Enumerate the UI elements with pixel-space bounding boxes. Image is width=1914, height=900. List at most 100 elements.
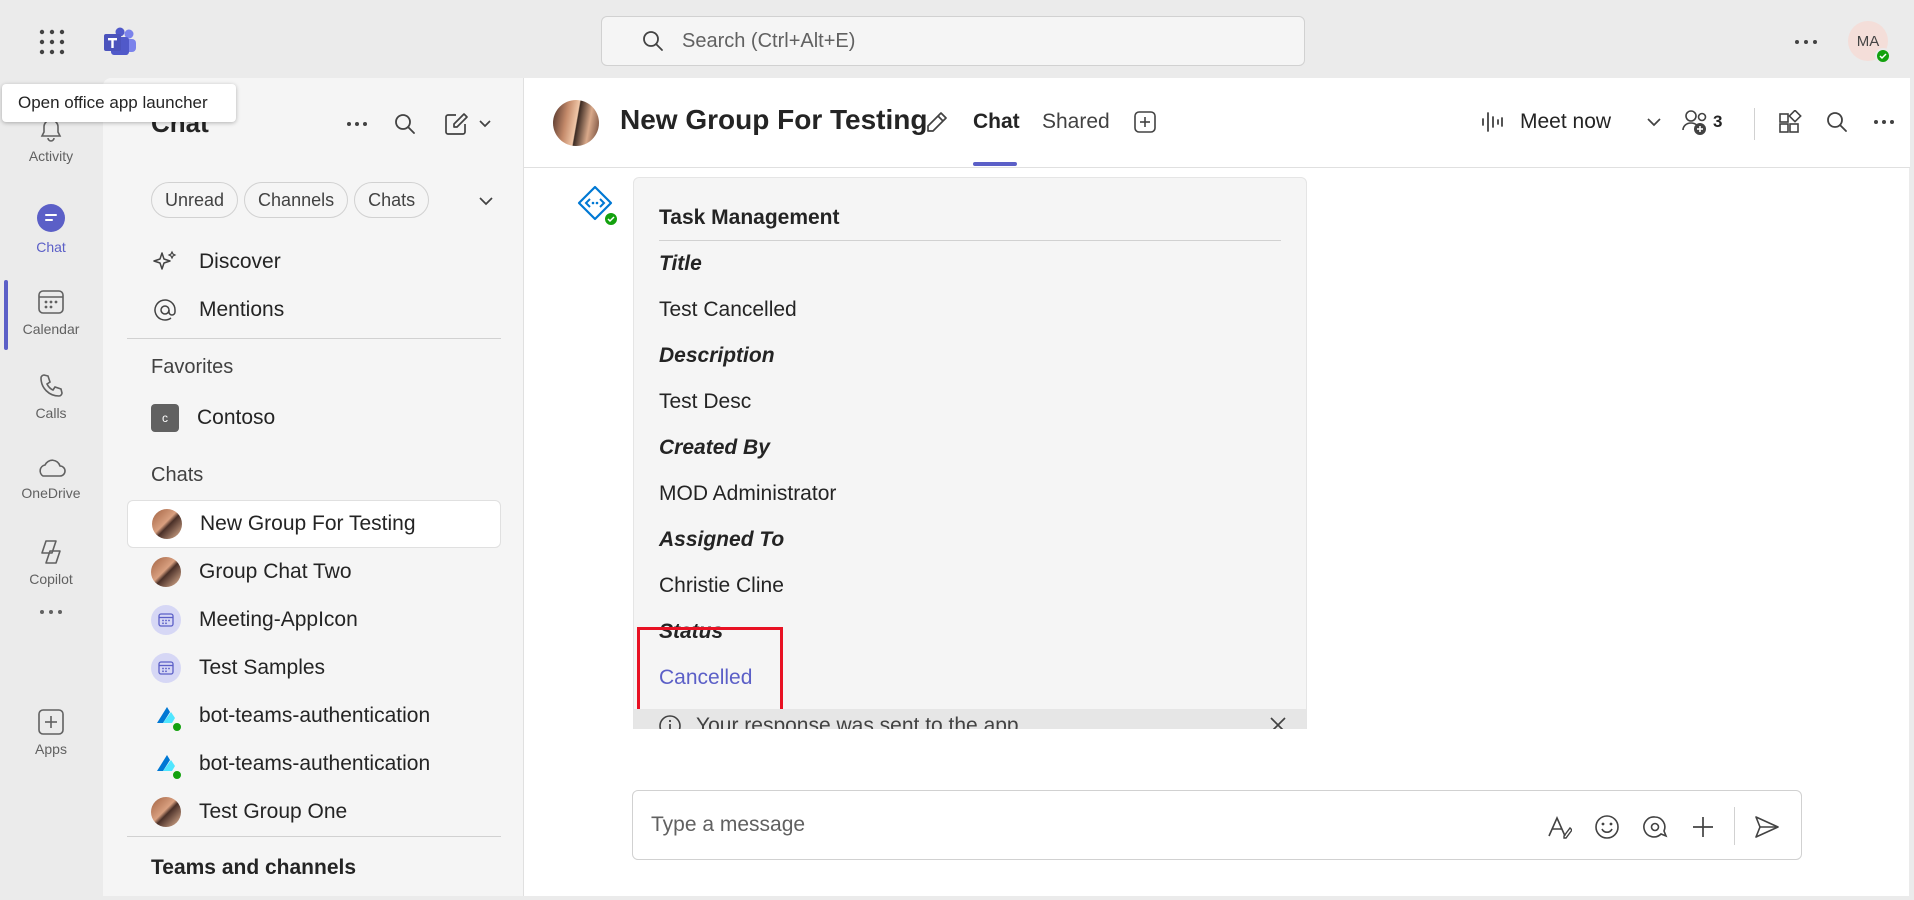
rail-calls[interactable]: Calls (0, 356, 102, 436)
sparkle-icon (151, 248, 179, 276)
message-input[interactable] (651, 809, 1451, 841)
participants-button[interactable]: 3 (1681, 106, 1722, 138)
divider (127, 338, 501, 339)
rail-label: Calendar (22, 320, 80, 337)
nav-label: Discover (199, 250, 281, 273)
presence-available-icon (171, 769, 183, 781)
filter-expand-button[interactable] (471, 186, 501, 216)
search-icon (395, 114, 415, 134)
meet-now-label: Meet now (1520, 110, 1612, 133)
app-rail: Activity Chat Calendar Calls OneDrive Co… (0, 78, 102, 900)
calendar-icon (151, 605, 181, 635)
chat-search-button[interactable] (1821, 106, 1853, 138)
search-box[interactable] (601, 16, 1305, 66)
profile-avatar[interactable]: MA (1848, 21, 1891, 64)
format-text-icon (1548, 816, 1572, 839)
rail-more-apps[interactable] (0, 582, 102, 642)
rail-onedrive[interactable]: OneDrive (0, 438, 102, 518)
chat-main: New Group For Testing Chat Shared Meet n… (523, 78, 1910, 896)
active-tab-indicator (973, 162, 1017, 166)
divider (1734, 807, 1735, 845)
tab-shared[interactable]: Shared (1042, 110, 1110, 134)
filter-chats[interactable]: Chats (354, 182, 430, 218)
chat-item-meeting-appicon[interactable]: Meeting-AppIcon (127, 596, 501, 644)
filter-channels[interactable]: Channels (244, 182, 349, 218)
rail-calendar[interactable]: Calendar (0, 272, 102, 352)
presence-available-icon (1875, 48, 1891, 64)
panel-more-button[interactable] (339, 106, 375, 142)
chat-item-test-group-one[interactable]: Test Group One (127, 788, 501, 836)
avatar (151, 557, 181, 587)
close-icon[interactable] (1268, 715, 1288, 729)
rail-label: OneDrive (21, 484, 81, 501)
divider (1754, 108, 1755, 140)
field-value-title: Test Cancelled (659, 298, 797, 321)
chat-item-test-samples[interactable]: Test Samples (127, 644, 501, 692)
rail-apps[interactable]: Apps (0, 692, 102, 772)
favorites-heading: Favorites (151, 356, 234, 378)
avatar (152, 509, 182, 539)
chat-item-group-chat-two[interactable]: Group Chat Two (127, 548, 501, 596)
new-chat-button[interactable] (435, 106, 501, 142)
group-avatar (553, 100, 599, 146)
add-app-icon (38, 708, 64, 735)
search-icon (643, 31, 663, 51)
meet-now-button[interactable]: Meet now (1480, 104, 1635, 140)
response-text: Your response was sent to the app (696, 714, 1019, 729)
app-launcher-tooltip: Open office app launcher (2, 84, 236, 122)
compose-icon (445, 113, 468, 135)
people-add-icon (1682, 110, 1707, 135)
search-input[interactable] (682, 29, 1242, 53)
chat-item-label: New Group For Testing (200, 512, 416, 535)
favorite-item-contoso[interactable]: c Contoso (127, 394, 501, 442)
chat-list-panel: Chat Unread Channels Chats Discover Ment… (103, 78, 523, 896)
apps-button[interactable] (1774, 106, 1806, 138)
more-horizontal-icon (347, 122, 367, 126)
settings-more-button[interactable] (1786, 24, 1826, 60)
card-title: Task Management (659, 206, 840, 229)
field-label-assigned-to: Assigned To (659, 528, 785, 551)
meet-options-button[interactable] (1638, 106, 1670, 138)
chat-item-label: bot-teams-authentication (199, 752, 431, 775)
cloud-icon (39, 458, 66, 477)
chat-item-label: Contoso (197, 406, 276, 429)
info-icon (659, 715, 681, 729)
nav-mentions[interactable]: Mentions (151, 290, 284, 330)
attach-button[interactable] (1687, 811, 1719, 843)
chat-item-bot-teams-authentication[interactable]: bot-teams-authentication (127, 740, 501, 788)
filter-unread[interactable]: Unread (151, 182, 239, 218)
chat-item-bot-teams-authentication[interactable]: bot-teams-authentication (127, 692, 501, 740)
rail-chat[interactable]: Chat (0, 188, 102, 350)
add-tab-button[interactable] (1131, 108, 1159, 136)
loop-button[interactable] (1639, 811, 1671, 843)
apps-icon (1779, 110, 1802, 133)
chat-filters: Unread Channels Chats (151, 182, 430, 218)
message-list: Task Management Title Test Cancelled Des… (524, 169, 1910, 729)
top-bar: MA (0, 0, 1914, 78)
field-label-description: Description (659, 344, 775, 367)
field-label-created-by: Created By (659, 436, 770, 459)
app-launcher-button[interactable] (30, 22, 74, 62)
divider (127, 836, 501, 837)
emoji-button[interactable] (1591, 811, 1623, 843)
copilot-icon (41, 539, 61, 564)
nav-discover[interactable]: Discover (151, 242, 281, 282)
teams-and-channels-heading[interactable]: Teams and channels (151, 856, 356, 880)
tab-chat[interactable]: Chat (973, 110, 1020, 134)
send-button[interactable] (1751, 811, 1783, 843)
rename-chat-button[interactable] (921, 106, 953, 138)
chat-item-new-group-for-testing[interactable]: New Group For Testing (127, 500, 501, 548)
more-horizontal-icon (1795, 40, 1817, 44)
add-icon (1134, 111, 1156, 133)
send-icon (1755, 816, 1779, 838)
format-button[interactable] (1543, 811, 1575, 843)
chat-header: New Group For Testing Chat Shared Meet n… (524, 78, 1910, 168)
emoji-icon (1595, 815, 1619, 839)
rail-label: Apps (35, 740, 67, 757)
audio-wave-icon (1482, 112, 1503, 132)
chat-more-button[interactable] (1868, 106, 1900, 138)
rail-label: Activity (28, 147, 74, 164)
bot-icon (151, 701, 183, 733)
panel-search-button[interactable] (387, 106, 423, 142)
chat-title: New Group For Testing (620, 104, 928, 135)
